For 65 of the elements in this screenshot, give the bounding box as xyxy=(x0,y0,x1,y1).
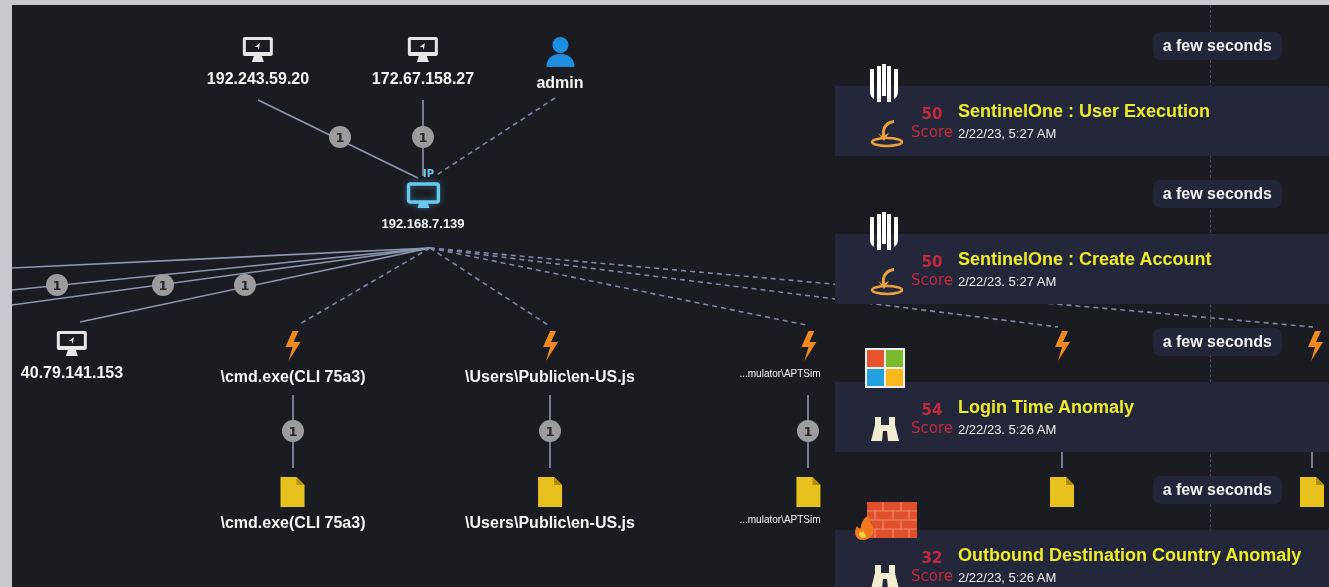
hook-icon xyxy=(870,118,906,148)
count-badge: 1 xyxy=(46,274,68,296)
node-label: ...mulator\APTSim xyxy=(738,513,822,527)
burning-wall-icon xyxy=(853,500,919,540)
lightning-icon[interactable] xyxy=(541,330,559,362)
node-label: ...mulator\APTSim xyxy=(738,367,822,381)
time-ago-label: a few seconds xyxy=(1152,32,1282,60)
node-tag: IP xyxy=(423,168,435,179)
score-value: 50 xyxy=(921,105,943,123)
monitor-icon[interactable] xyxy=(242,36,274,64)
score-value: 32 xyxy=(921,549,943,567)
alert-card[interactable]: 50 Score SentinelOne : User Execution 2/22/23, 5:27 AM xyxy=(835,86,1329,156)
alert-title: SentinelOne : User Execution xyxy=(958,101,1211,122)
count-badge: 1 xyxy=(329,126,351,148)
file-icon[interactable] xyxy=(1299,476,1325,508)
count-badge: 1 xyxy=(539,420,561,442)
file-icon[interactable] xyxy=(280,476,306,508)
node-label: \Users\Public\en-US.js xyxy=(464,513,636,533)
count-badge: 1 xyxy=(797,420,819,442)
node-label: \Users\Public\en-US.js xyxy=(464,367,636,387)
monitor-icon[interactable] xyxy=(406,182,440,210)
node-label: 192.168.7.139 xyxy=(380,215,466,233)
file-icon[interactable] xyxy=(795,476,821,508)
alert-title: SentinelOne : Create Account xyxy=(958,249,1212,270)
node-label: \cmd.exe(CLI 75a3) xyxy=(219,367,367,387)
lightning-icon[interactable] xyxy=(799,330,817,362)
alert-card[interactable]: 50 Score SentinelOne : Create Account 2/22/23. 5:27 AM xyxy=(835,234,1329,304)
file-icon[interactable] xyxy=(537,476,563,508)
time-ago-label: a few seconds xyxy=(1152,476,1282,504)
time-ago-label: a few seconds xyxy=(1152,180,1282,208)
alert-title: Outbound Destination Country Anomaly xyxy=(958,545,1302,566)
score-value: 54 xyxy=(921,401,943,419)
lightning-icon[interactable] xyxy=(1306,330,1324,362)
alert-card[interactable]: 32 Score Outbound Destination Country Anomaly 2/22/23, 5:26 AM xyxy=(835,530,1329,587)
score-label: Score xyxy=(911,419,953,437)
user-icon[interactable] xyxy=(545,36,575,68)
score-label: Score xyxy=(911,567,953,585)
alert-date: 2/22/23, 5:27 AM xyxy=(958,126,1058,141)
alert-date: 2/22/23. 5:26 AM xyxy=(958,422,1058,437)
four-squares-logo-icon xyxy=(865,348,905,388)
node-label: 40.79.141.153 xyxy=(19,363,125,383)
score-label: Score xyxy=(911,271,953,289)
monitor-icon[interactable] xyxy=(407,36,439,64)
connector-line xyxy=(1311,449,1313,469)
time-ago-label: a few seconds xyxy=(1152,328,1282,356)
count-badge: 1 xyxy=(282,420,304,442)
count-badge: 1 xyxy=(152,274,174,296)
node-label: 172.67.158.27 xyxy=(370,69,476,89)
alert-title: Login Time Anomaly xyxy=(958,397,1135,418)
connector-line xyxy=(1061,449,1063,469)
hook-icon xyxy=(870,266,906,296)
lightning-icon[interactable] xyxy=(1053,330,1071,362)
node-label: 192.243.59.20 xyxy=(205,69,311,89)
node-label: admin xyxy=(535,73,585,93)
lightning-icon[interactable] xyxy=(284,330,302,362)
monitor-icon[interactable] xyxy=(56,330,88,358)
alert-date: 2/22/23, 5:26 AM xyxy=(958,570,1058,585)
alert-card[interactable]: 54 Score Login Time Anomaly 2/22/23. 5:26 AM xyxy=(835,382,1329,452)
count-badge: 1 xyxy=(412,126,434,148)
score-label: Score xyxy=(911,123,953,141)
count-badge: 1 xyxy=(234,274,256,296)
alert-date: 2/22/23. 5:27 AM xyxy=(958,274,1058,289)
score-value: 50 xyxy=(921,253,943,271)
node-label: \cmd.exe(CLI 75a3) xyxy=(219,513,367,533)
file-icon[interactable] xyxy=(1049,476,1075,508)
